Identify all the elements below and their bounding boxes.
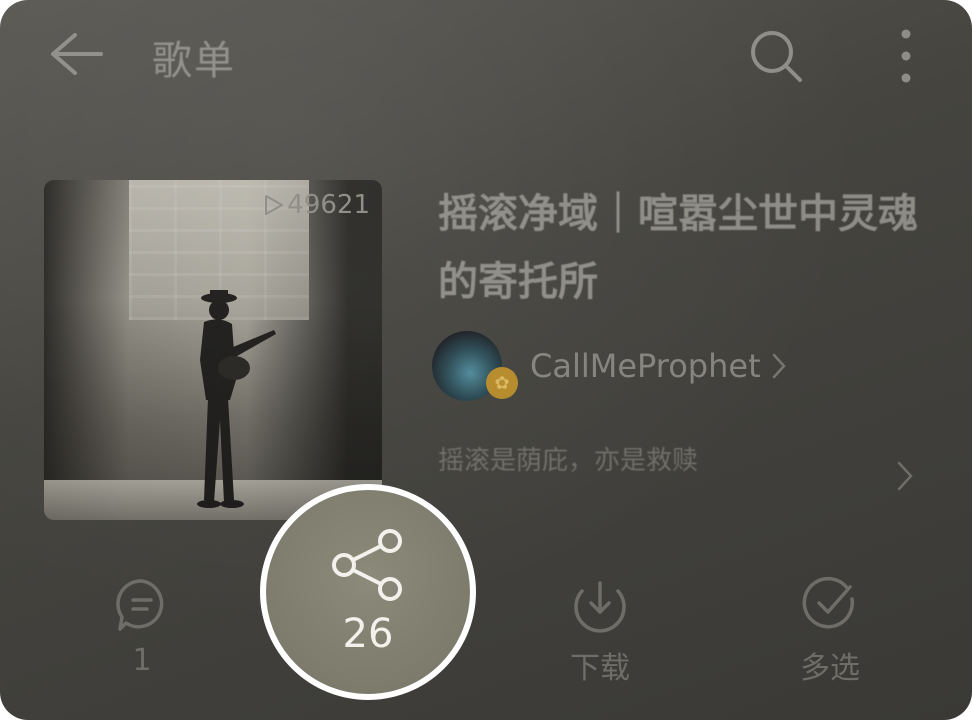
- back-button[interactable]: [40, 22, 110, 86]
- share-button[interactable]: 26: [260, 484, 476, 700]
- creator-chevron: [771, 352, 787, 380]
- share-icon: [332, 529, 402, 601]
- comment-count: 1: [132, 643, 152, 678]
- download-icon: [574, 581, 626, 633]
- creator-name[interactable]: CallMeProphet: [530, 347, 761, 385]
- playlist-cover[interactable]: 49621: [44, 180, 382, 520]
- check-circle-icon: [802, 576, 855, 629]
- back-arrow-icon: [51, 33, 103, 75]
- chevron-right-icon: [772, 353, 786, 379]
- more-options-button[interactable]: [886, 24, 926, 88]
- download-label: 下载: [570, 651, 630, 686]
- page-title: 歌单: [152, 38, 236, 84]
- playlist-screen: 歌单 49621 摇滚净域｜喧嚣尘世中灵魂的寄托所 ✿ CallMeProphe…: [0, 0, 972, 720]
- multi-select-button[interactable]: 多选: [770, 575, 890, 695]
- top-bar: 歌单: [0, 0, 972, 110]
- download-button[interactable]: 下载: [540, 575, 660, 695]
- search-icon: [751, 31, 802, 82]
- multi-select-label: 多选: [800, 651, 860, 686]
- more-vertical-icon: [901, 29, 911, 83]
- creator-row[interactable]: ✿ CallMeProphet: [432, 328, 787, 404]
- action-bar: 1 下载 多选: [0, 575, 972, 695]
- creator-avatar[interactable]: ✿: [432, 331, 518, 401]
- play-count: 49621: [261, 190, 370, 220]
- search-button[interactable]: [744, 24, 808, 88]
- play-icon: [265, 195, 284, 215]
- playlist-description[interactable]: 摇滚是荫庇，亦是救赎: [438, 440, 698, 477]
- chevron-right-icon: [897, 461, 913, 491]
- vip-badge-icon: ✿: [486, 367, 518, 399]
- cover-guitarist-silhouette: [197, 290, 276, 508]
- comment-icon: [116, 579, 164, 631]
- comment-button[interactable]: 1: [82, 575, 202, 695]
- share-count: 26: [342, 611, 394, 657]
- play-count-value: 49621: [287, 190, 370, 220]
- description-chevron[interactable]: [896, 460, 914, 496]
- playlist-title: 摇滚净域｜喧嚣尘世中灵魂的寄托所: [438, 191, 918, 305]
